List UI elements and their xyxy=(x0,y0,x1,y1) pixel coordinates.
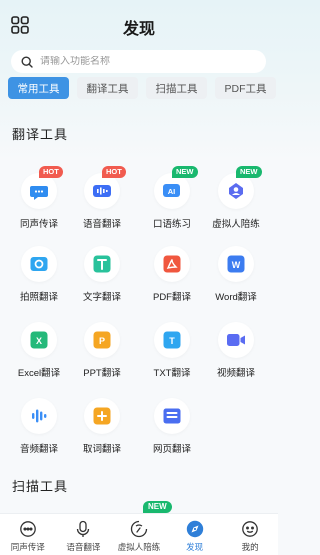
ppt-icon: P xyxy=(84,322,120,358)
tool-item[interactable]: HOT 同声传译 xyxy=(9,166,69,243)
compass-icon xyxy=(186,520,204,538)
tab-scan-tools[interactable]: 扫描工具 xyxy=(146,77,207,99)
tool-label: 音频翻译 xyxy=(19,444,58,455)
tool-label: TXT翻译 xyxy=(153,368,191,379)
tool-badge: HOT xyxy=(39,166,63,178)
text-icon xyxy=(84,246,120,282)
nav-item-discover[interactable]: 发现 xyxy=(167,514,223,555)
tool-label: 视频翻译 xyxy=(216,368,255,379)
tool-item[interactable]: HOT 语音翻译 xyxy=(72,166,132,243)
audio-wave-icon xyxy=(21,398,57,434)
tool-label: Word翻译 xyxy=(215,292,257,303)
nav-item-voice[interactable]: 语音翻译 xyxy=(56,514,112,555)
tool-item[interactable]: 音频翻译 xyxy=(9,398,69,468)
section-title-scan: 扫描工具 xyxy=(12,479,69,494)
tool-item[interactable]: X Excel翻译 xyxy=(9,322,69,392)
camera-icon xyxy=(21,246,57,282)
webpage-icon xyxy=(154,398,190,434)
nav-item-mine[interactable]: 我的 xyxy=(222,514,278,555)
nav-item-simultaneous[interactable]: 同声传译 xyxy=(0,514,56,555)
header: 发现 xyxy=(0,0,278,48)
category-tabs: 常用工具 翻译工具 扫描工具 PDF工具 xyxy=(8,77,278,99)
tab-common-tools[interactable]: 常用工具 xyxy=(8,77,69,99)
search-icon xyxy=(21,55,33,68)
tool-item[interactable]: NEW 虚拟人陪练 xyxy=(206,166,266,243)
chat-bubble-icon xyxy=(21,173,57,209)
tool-label: 虚拟人陪练 xyxy=(212,219,260,230)
tool-label: 口语练习 xyxy=(152,219,191,230)
tool-badge: HOT xyxy=(102,166,126,178)
tool-item[interactable]: W Word翻译 xyxy=(206,246,266,316)
tab-translate-tools[interactable]: 翻译工具 xyxy=(77,77,138,99)
tool-label: 网页翻译 xyxy=(152,444,191,455)
pdf-icon xyxy=(154,246,190,282)
section-title-translate: 翻译工具 xyxy=(12,127,69,142)
tool-item[interactable]: 网页翻译 xyxy=(142,398,202,468)
word-icon: W xyxy=(218,246,254,282)
tool-label: 文字翻译 xyxy=(82,292,121,303)
svg-text:P: P xyxy=(99,336,105,346)
search-input[interactable] xyxy=(40,56,240,67)
video-icon xyxy=(218,322,254,358)
virtual-human-icon xyxy=(218,173,254,209)
tool-label: 取词翻译 xyxy=(82,444,121,455)
tool-label: PPT翻译 xyxy=(83,368,121,379)
tool-label: 语音翻译 xyxy=(82,219,121,230)
tool-item[interactable]: AI NEW 口语练习 xyxy=(142,166,202,243)
voice-wave-icon xyxy=(84,173,120,209)
tool-item[interactable]: PDF翻译 xyxy=(142,246,202,316)
tool-item[interactable]: 视频翻译 xyxy=(206,322,266,392)
nav-new-badge: NEW xyxy=(143,501,172,513)
microphone-icon xyxy=(74,520,92,538)
svg-text:W: W xyxy=(232,260,241,270)
tab-pdf-tools[interactable]: PDF工具 xyxy=(215,77,276,99)
svg-text:X: X xyxy=(36,336,42,346)
tool-item[interactable]: T TXT翻译 xyxy=(142,322,202,392)
tool-label: Excel翻译 xyxy=(17,368,61,379)
search-bar[interactable] xyxy=(11,50,266,73)
svg-text:T: T xyxy=(169,336,175,346)
tool-label: 同声传译 xyxy=(19,219,58,230)
tool-item[interactable]: 取词翻译 xyxy=(72,398,132,468)
nav-item-virtual[interactable]: 虚拟人陪练 xyxy=(111,514,167,555)
tool-badge: NEW xyxy=(236,166,262,178)
tool-label: 拍照翻译 xyxy=(19,292,58,303)
tool-item[interactable]: P PPT翻译 xyxy=(72,322,132,392)
virtual-human-icon xyxy=(130,520,148,538)
page-title: 发现 xyxy=(122,21,155,38)
ai-chat-icon: AI xyxy=(154,173,190,209)
face-icon xyxy=(241,520,259,538)
nav-label: 我的 xyxy=(241,542,259,552)
tool-badge: NEW xyxy=(172,166,198,178)
excel-icon: X xyxy=(21,322,57,358)
tool-item[interactable]: 拍照翻译 xyxy=(9,246,69,316)
pick-word-icon xyxy=(84,398,120,434)
bottom-nav: NEW 同声传译 语音翻译 虚拟人陪练 发现 我的 xyxy=(0,501,278,555)
txt-icon: T xyxy=(154,322,190,358)
tool-item[interactable]: 文字翻译 xyxy=(72,246,132,316)
chat-icon xyxy=(19,520,37,538)
svg-text:AI: AI xyxy=(168,187,176,196)
tool-label: PDF翻译 xyxy=(152,292,191,303)
